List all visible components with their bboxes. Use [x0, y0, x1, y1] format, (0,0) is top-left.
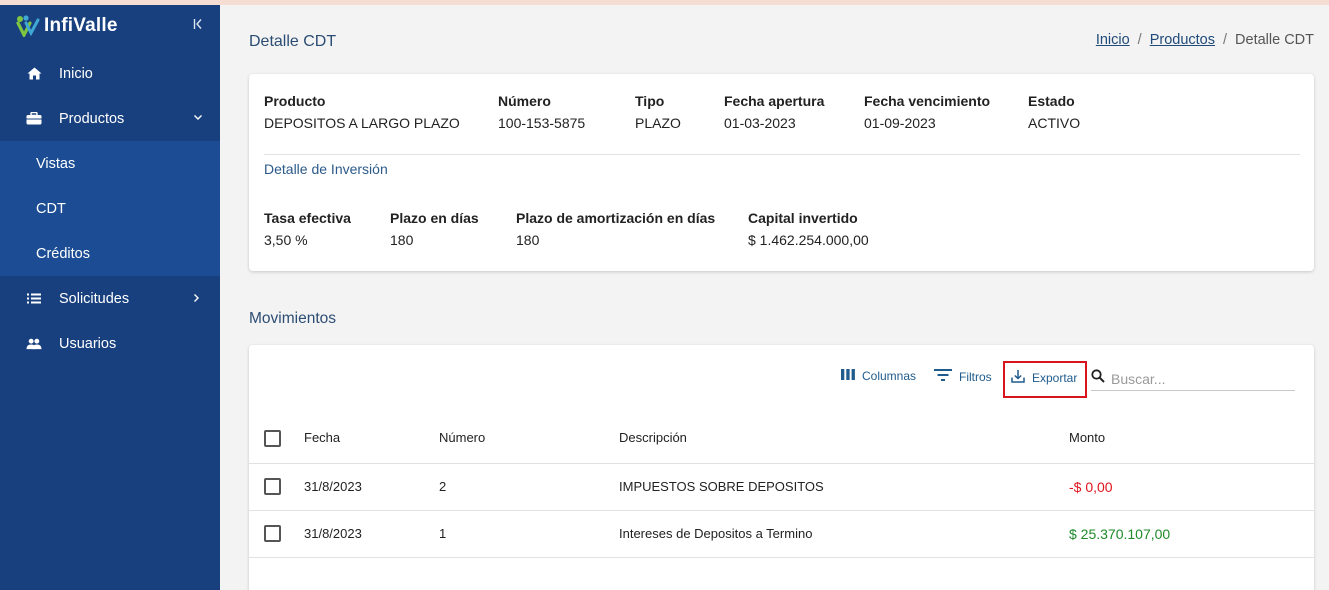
logo-icon [16, 15, 42, 39]
field-tasa-efectiva: Tasa efectiva 3,50 % [264, 210, 351, 248]
field-label: Número [498, 93, 551, 109]
row-divider [249, 463, 1314, 464]
collapse-left-icon [193, 19, 202, 29]
select-all-checkbox[interactable] [264, 430, 281, 447]
search-icon [1091, 369, 1105, 388]
field-value: 180 [516, 232, 540, 248]
cell-descripcion: Intereses de Depositos a Termino [619, 526, 813, 541]
field-producto: Producto DEPOSITOS A LARGO PLAZO [264, 93, 460, 131]
sidebar-subitem-vistas[interactable]: Vistas [0, 141, 220, 186]
cell-fecha: 31/8/2023 [304, 479, 362, 494]
cell-numero: 2 [439, 479, 447, 494]
sidebar-subitem-creditos[interactable]: Créditos [0, 231, 220, 276]
field-label: Plazo de amortización en días [516, 210, 716, 226]
field-label: Fecha apertura [724, 93, 825, 109]
breadcrumb-productos-link[interactable]: Productos [1150, 32, 1215, 48]
sidebar-item-label: Solicitudes [59, 290, 130, 307]
cell-monto: $ 25.370.107,00 [1069, 526, 1171, 542]
row-divider [249, 557, 1314, 558]
columns-label: Columnas [862, 369, 917, 383]
field-value: 01-03-2023 [724, 115, 796, 131]
users-icon [26, 336, 42, 352]
collapse-sidebar-button[interactable] [193, 17, 203, 33]
download-icon [1011, 369, 1025, 386]
sidebar-item-label: Productos [59, 110, 125, 127]
search-field[interactable] [1091, 367, 1295, 391]
field-value: 180 [390, 232, 414, 248]
sidebar-item-label: Inicio [59, 65, 93, 82]
logo[interactable]: InfiValle [16, 15, 118, 39]
column-header-fecha[interactable]: Fecha [304, 430, 340, 445]
field-plazo-amortizacion: Plazo de amortización en días 180 [516, 210, 715, 248]
breadcrumb-inicio-link[interactable]: Inicio [1096, 32, 1130, 48]
row-checkbox[interactable] [264, 525, 281, 542]
cell-numero: 1 [439, 526, 447, 541]
field-estado: Estado ACTIVO [1028, 93, 1080, 131]
column-header-monto[interactable]: Monto [1069, 430, 1105, 445]
field-value: ACTIVO [1028, 115, 1081, 131]
field-value: 100-153-5875 [498, 115, 586, 131]
briefcase-icon [26, 111, 42, 127]
columns-icon [841, 369, 855, 383]
field-label: Estado [1028, 93, 1075, 109]
cell-descripcion: IMPUESTOS SOBRE DEPOSITOS [619, 479, 824, 494]
breadcrumb-separator: / [1223, 32, 1228, 48]
field-capital-invertido: Capital invertido $ 1.462.254.000,00 [748, 210, 869, 248]
logo-text: InfiValle [44, 15, 118, 36]
field-value: DEPOSITOS A LARGO PLAZO [264, 115, 460, 131]
row-divider [249, 510, 1314, 511]
search-input[interactable] [1111, 370, 1281, 387]
row-checkbox[interactable] [264, 478, 281, 495]
field-tipo: Tipo PLAZO [635, 93, 681, 131]
field-label: Tasa efectiva [264, 210, 351, 226]
field-fecha-vencimiento: Fecha vencimiento 01-09-2023 [864, 93, 990, 131]
sidebar-item-inicio[interactable]: Inicio [0, 51, 220, 96]
column-header-descripcion[interactable]: Descripción [619, 430, 687, 445]
field-numero: Número 100-153-5875 [498, 93, 585, 131]
chevron-down-icon [193, 110, 203, 124]
chevron-right-icon [193, 292, 200, 306]
export-label: Exportar [1032, 370, 1078, 385]
divider [264, 154, 1300, 155]
field-label: Plazo en días [390, 210, 479, 226]
field-label: Fecha vencimiento [864, 93, 991, 109]
field-fecha-apertura: Fecha apertura 01-03-2023 [724, 93, 824, 131]
breadcrumb-current: Detalle CDT [1235, 32, 1314, 48]
list-icon [26, 291, 42, 307]
field-value: 01-09-2023 [864, 115, 936, 131]
sidebar-item-solicitudes[interactable]: Solicitudes [0, 276, 220, 321]
sidebar-subitem-label: CDT [36, 200, 66, 217]
field-value: $ 1.462.254.000,00 [748, 232, 869, 248]
filters-button[interactable]: Filtros [934, 369, 992, 384]
movements-table-card: Columnas Filtros Exportar Fecha Número D… [249, 345, 1314, 590]
cell-monto: -$ 0,00 [1069, 479, 1113, 495]
breadcrumb: Inicio / Productos / Detalle CDT [1096, 32, 1314, 48]
section-title-detalle-inversion: Detalle de Inversión [264, 161, 388, 177]
page-title: Detalle CDT [249, 33, 337, 50]
sidebar-item-label: Usuarios [59, 335, 117, 352]
sidebar-item-usuarios[interactable]: Usuarios [0, 321, 220, 366]
field-label: Producto [264, 93, 326, 109]
sidebar: InfiValle Inicio Productos Vistas CDT Cr… [0, 5, 220, 590]
section-title-movimientos: Movimientos [249, 310, 336, 327]
field-label: Tipo [635, 93, 665, 109]
breadcrumb-separator: / [1137, 32, 1142, 48]
filters-label: Filtros [959, 369, 992, 384]
productos-submenu: Vistas CDT Créditos [0, 141, 220, 276]
cell-fecha: 31/8/2023 [304, 526, 362, 541]
sidebar-subitem-label: Vistas [36, 155, 76, 172]
sidebar-subitem-label: Créditos [36, 245, 90, 262]
cdt-summary-card: Producto DEPOSITOS A LARGO PLAZO Número … [249, 74, 1314, 271]
column-header-numero[interactable]: Número [439, 430, 485, 445]
field-plazo-dias: Plazo en días 180 [390, 210, 479, 248]
filter-icon [934, 369, 952, 384]
field-value: 3,50 % [264, 232, 308, 248]
field-label: Capital invertido [748, 210, 858, 226]
field-value: PLAZO [635, 115, 681, 131]
sidebar-subitem-cdt[interactable]: CDT [0, 186, 220, 231]
columns-button[interactable]: Columnas [841, 369, 916, 383]
export-button[interactable]: Exportar [1011, 369, 1077, 386]
home-icon [26, 66, 42, 82]
sidebar-item-productos[interactable]: Productos [0, 96, 220, 141]
